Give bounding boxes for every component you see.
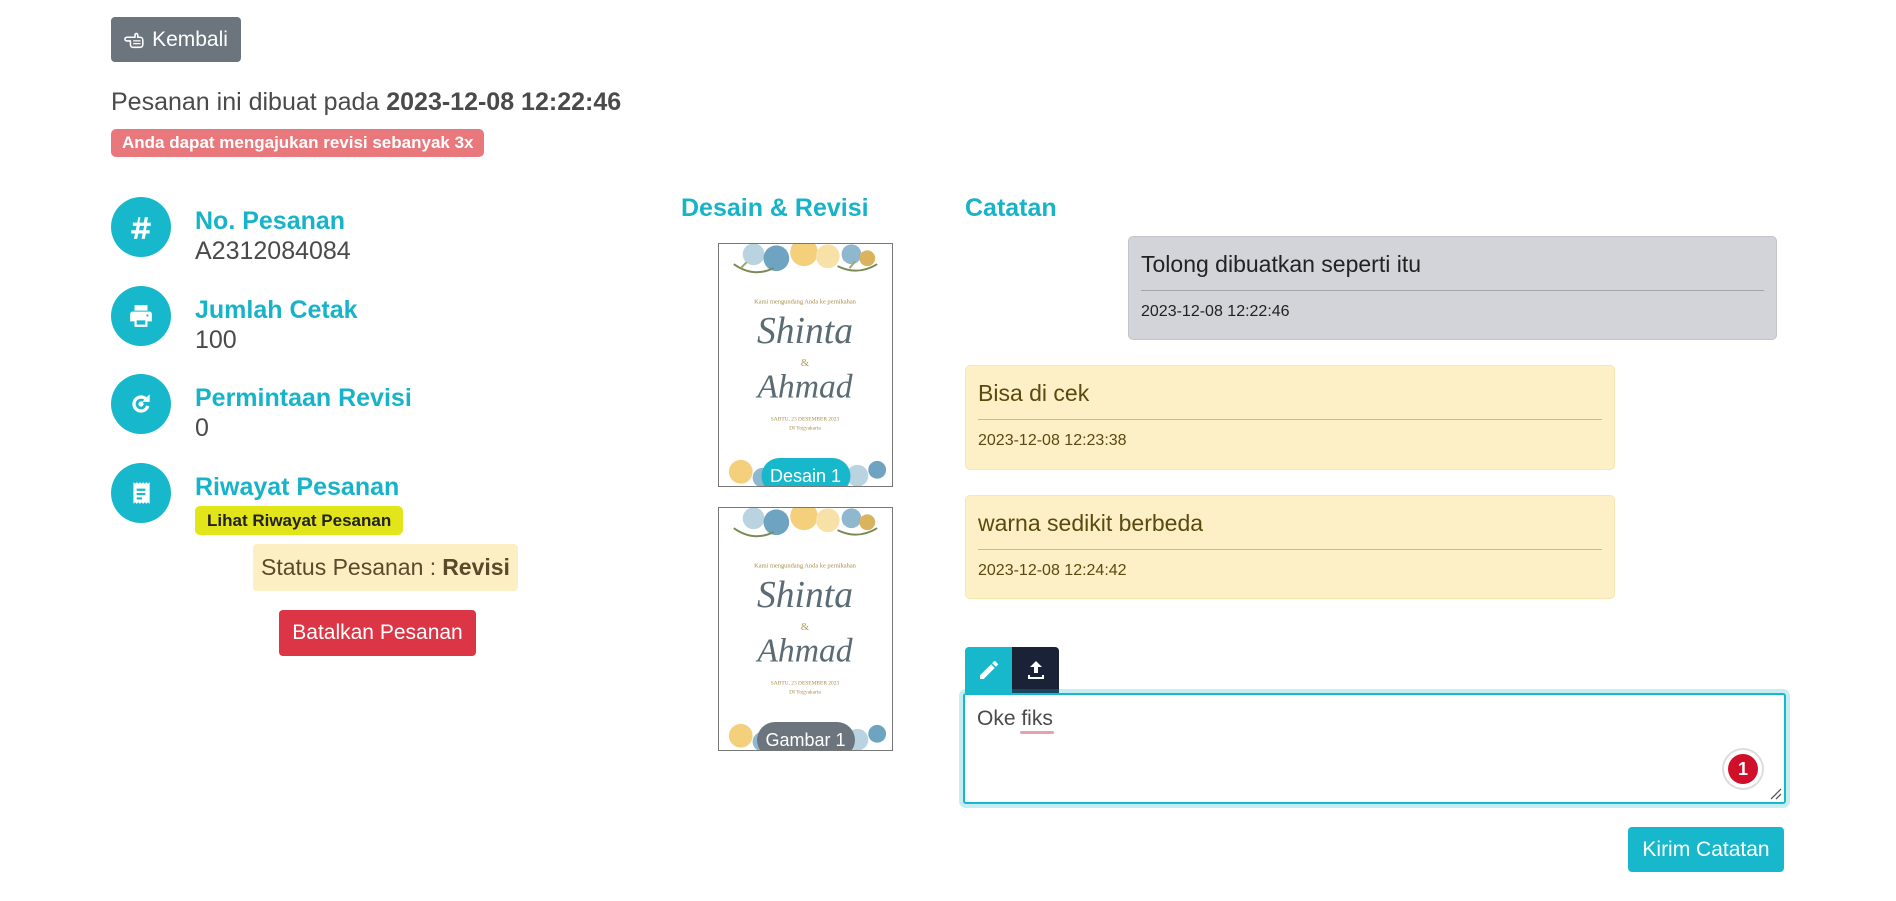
revision-limit-badge: Anda dapat mengajukan revisi sebanyak 3x bbox=[111, 129, 485, 157]
card-place: DI Yogyakarta bbox=[789, 689, 821, 695]
order-history-label: Riwayat Pesanan bbox=[195, 473, 400, 501]
order-number-value: A2312084084 bbox=[195, 237, 351, 265]
revision-icon bbox=[111, 374, 171, 434]
card-invite-text: Kami mengundang Anda ke pernikahan bbox=[754, 299, 857, 306]
card-place: DI Yogyakarta bbox=[789, 425, 821, 431]
revision-requests-value: 0 bbox=[195, 414, 209, 442]
pencil-icon bbox=[979, 661, 998, 679]
note-text: Bisa di cek bbox=[978, 380, 1602, 420]
note-text: Tolong dibuatkan seperti itu bbox=[1141, 251, 1764, 291]
order-created-datetime: 2023-12-08 12:22:46 bbox=[386, 88, 622, 116]
receipt-icon bbox=[111, 463, 171, 523]
send-note-button[interactable]: Kirim Catatan bbox=[1628, 827, 1784, 872]
order-status-label: Status Pesanan : bbox=[261, 554, 437, 580]
card-groom-name: Ahmad bbox=[755, 369, 852, 406]
order-number-label: No. Pesanan bbox=[195, 207, 346, 235]
hand-pointing-left-icon bbox=[124, 32, 144, 48]
info-order-history: Riwayat Pesanan Lihat Riwayat Pesanan bbox=[111, 463, 404, 535]
back-button[interactable]: Kembali bbox=[111, 17, 241, 62]
info-revision-requests: Permintaan Revisi 0 bbox=[111, 374, 412, 443]
print-count-value: 100 bbox=[195, 326, 237, 354]
note-item: warna sedikit berbeda 2023-12-08 12:24:4… bbox=[965, 495, 1615, 599]
info-order-number: No. Pesanan A2312084084 bbox=[111, 197, 351, 266]
grammar-check-badge[interactable]: 1 bbox=[1724, 750, 1762, 788]
order-status: Status Pesanan : Revisi bbox=[253, 544, 518, 591]
note-timestamp: 2023-12-08 12:23:38 bbox=[978, 432, 1127, 449]
revision-requests-label: Permintaan Revisi bbox=[195, 384, 412, 412]
note-timestamp: 2023-12-08 12:24:42 bbox=[978, 562, 1127, 579]
note-item: Bisa di cek 2023-12-08 12:23:38 bbox=[965, 365, 1615, 470]
card-date: SABTU, 23 DESEMBER 2023 bbox=[771, 680, 840, 686]
note-timestamp: 2023-12-08 12:22:46 bbox=[1141, 303, 1290, 320]
upload-file-tab[interactable] bbox=[1012, 647, 1059, 693]
print-count-label: Jumlah Cetak bbox=[195, 296, 358, 324]
info-print-count: Jumlah Cetak 100 bbox=[111, 286, 358, 355]
spellcheck-underline bbox=[1020, 731, 1054, 734]
wedding-invitation-image: Kami mengundang Anda ke pernikahan Shint… bbox=[719, 508, 892, 750]
design-section-title: Desain & Revisi bbox=[681, 194, 869, 222]
order-status-value: Revisi bbox=[442, 554, 510, 580]
write-note-tab[interactable] bbox=[965, 647, 1012, 693]
upload-icon bbox=[1027, 661, 1044, 679]
cancel-order-button[interactable]: Batalkan Pesanan bbox=[279, 610, 476, 656]
resize-handle-icon[interactable] bbox=[1768, 786, 1782, 800]
card-ampersand: & bbox=[801, 357, 810, 369]
hashtag-icon bbox=[111, 197, 171, 257]
note-text: warna sedikit berbeda bbox=[978, 510, 1602, 550]
order-created-prefix: Pesanan ini dibuat pada bbox=[111, 88, 380, 116]
printer-icon bbox=[111, 286, 171, 346]
wedding-invitation-image: Kami mengundang Anda ke pernikahan Shint… bbox=[719, 244, 892, 486]
grammar-check-count: 1 bbox=[1728, 754, 1758, 784]
view-order-history-button[interactable]: Lihat Riwayat Pesanan bbox=[195, 506, 404, 535]
card-invite-text: Kami mengundang Anda ke pernikahan bbox=[754, 563, 857, 570]
image-pill: Gambar 1 bbox=[756, 722, 855, 750]
card-ampersand: & bbox=[801, 621, 810, 633]
design-thumbnail-1[interactable]: Kami mengundang Anda ke pernikahan Shint… bbox=[718, 243, 893, 487]
notes-section-title: Catatan bbox=[965, 194, 1057, 222]
note-item: Tolong dibuatkan seperti itu 2023-12-08 … bbox=[1128, 236, 1777, 340]
design-thumbnail-2[interactable]: Kami mengundang Anda ke pernikahan Shint… bbox=[718, 507, 893, 751]
note-input[interactable]: Oke fiks bbox=[963, 693, 1786, 804]
design-pill: Desain 1 bbox=[760, 458, 851, 486]
back-button-label: Kembali bbox=[152, 27, 228, 51]
card-bride-name: Shinta bbox=[757, 311, 853, 352]
card-bride-name: Shinta bbox=[757, 575, 853, 616]
card-date: SABTU, 23 DESEMBER 2023 bbox=[771, 416, 840, 422]
order-created-text: Pesanan ini dibuat pada 2023-12-08 12:22… bbox=[111, 88, 621, 117]
card-groom-name: Ahmad bbox=[755, 633, 852, 670]
